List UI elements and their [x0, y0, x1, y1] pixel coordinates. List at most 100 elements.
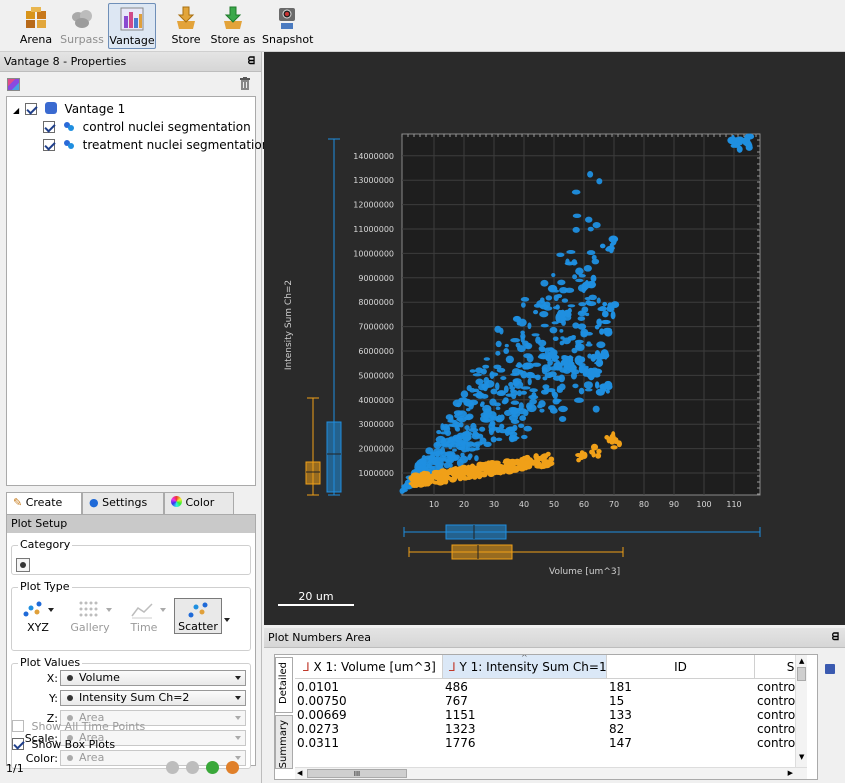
x-value-select[interactable]: Volume	[60, 670, 246, 686]
control-spot	[445, 414, 454, 421]
show-box-plots-checkbox[interactable]	[12, 738, 24, 750]
scroll-thumb-horizontal[interactable]: III	[307, 769, 407, 778]
control-spot	[580, 310, 585, 314]
3d-viewer[interactable]: 1000000 2000000 3000000 4000000 5000000 60000…	[264, 52, 845, 625]
tree-item-treatment[interactable]: treatment nuclei segmentation	[43, 136, 269, 154]
store-as-button[interactable]: Store as	[210, 3, 256, 49]
next-icon[interactable]	[186, 761, 199, 774]
plot-type-time[interactable]: Time	[120, 598, 168, 634]
control-spot	[465, 413, 474, 420]
control-spot	[510, 436, 520, 440]
control-spot	[510, 419, 520, 424]
control-spot	[495, 350, 501, 356]
vertical-scrollbar[interactable]: ▲ ▼	[795, 655, 807, 767]
tree-item-control[interactable]: control nuclei segmentation	[43, 118, 251, 136]
treatment-spot	[411, 474, 421, 481]
control-spot	[520, 333, 526, 340]
control-spot	[500, 376, 507, 381]
control-spot	[603, 327, 613, 333]
show-all-time-points-option[interactable]: Show All Time Points	[12, 720, 145, 733]
control-spot	[539, 346, 546, 353]
control-spot	[525, 344, 531, 349]
xyz-dropdown-icon[interactable]	[48, 608, 54, 612]
control-spot	[559, 340, 565, 346]
column-header-id[interactable]: ID	[607, 655, 755, 679]
vantage-button[interactable]: Vantage	[108, 3, 156, 49]
chevron-down-icon	[235, 696, 241, 700]
tab-color[interactable]: Color	[164, 492, 234, 514]
control-spot	[504, 343, 509, 348]
vantage-checkbox[interactable]	[24, 103, 37, 115]
show-all-time-points-checkbox[interactable]	[12, 720, 24, 732]
plot-type-gallery[interactable]: Gallery	[66, 598, 114, 634]
control-spot	[583, 264, 592, 272]
previous-icon[interactable]	[166, 761, 179, 774]
scroll-right-icon[interactable]: ▶	[788, 769, 793, 777]
trash-icon[interactable]	[240, 77, 250, 90]
go-icon[interactable]	[206, 761, 219, 774]
table-cell: 1776	[445, 737, 476, 749]
control-spot	[596, 297, 601, 304]
control-spot	[545, 295, 553, 301]
snapshot-button[interactable]: Snapshot	[262, 3, 313, 49]
column-header-y[interactable]: ⅃ Y 1: Intensity Sum Ch=1 ^	[443, 655, 607, 679]
time-dropdown-icon[interactable]	[160, 608, 166, 612]
control-spot	[458, 397, 468, 403]
tree-item-vantage[interactable]: ◢ Vantage 1	[13, 100, 125, 118]
scale-bar-label: 20 um	[298, 590, 334, 603]
table-cell: 486	[445, 681, 468, 693]
control-y-boxplot-box	[326, 421, 342, 493]
scatter-dropdown-icon[interactable]	[224, 618, 230, 622]
x-tick-label: 40	[519, 500, 529, 509]
tab-create[interactable]: ✎ Create	[6, 492, 82, 515]
show-box-plots-option[interactable]: Show Box Plots	[12, 738, 115, 751]
control-spot	[529, 388, 538, 393]
control-spot	[462, 430, 473, 437]
scroll-thumb[interactable]	[797, 667, 806, 681]
scroll-up-icon[interactable]: ▲	[799, 657, 804, 665]
pin-icon[interactable]: ᗺ	[248, 52, 255, 72]
treatment-checkbox[interactable]	[43, 139, 55, 151]
arena-button[interactable]: Arena	[16, 3, 56, 49]
tab-summary[interactable]: Summary	[275, 715, 293, 769]
surpass-button[interactable]: Surpass	[60, 3, 104, 49]
pin-icon[interactable]: ᗺ	[832, 628, 839, 648]
column-header-x[interactable]: ⅃ X 1: Volume [um^3]	[295, 655, 443, 679]
treatment-spot	[590, 443, 599, 451]
tab-settings[interactable]: ● Settings	[82, 492, 164, 514]
control-spot	[483, 441, 492, 447]
store-button[interactable]: Store	[168, 3, 204, 49]
control-spot	[564, 287, 575, 293]
tab-detailed[interactable]: Detailed	[275, 657, 293, 713]
control-spot	[560, 336, 565, 340]
control-spot	[464, 425, 470, 431]
color-palette-icon[interactable]	[7, 78, 20, 91]
properties-panel: Vantage 8 - Properties ᗺ ◢ Vantage 1 con…	[0, 52, 269, 783]
collapse-arrow-icon[interactable]: ◢	[13, 102, 21, 120]
control-spot	[460, 452, 465, 458]
treatment-spot	[520, 463, 528, 468]
control-spot	[550, 348, 556, 357]
table-cell: 0.0311	[297, 737, 339, 749]
control-spot	[483, 376, 490, 385]
control-spot	[440, 446, 446, 454]
scroll-left-icon[interactable]: ◀	[297, 769, 302, 777]
horizontal-scrollbar[interactable]: ◀ III ▶	[295, 767, 807, 779]
xyz-plot-icon	[22, 600, 44, 623]
y-value-select[interactable]: Intensity Sum Ch=2	[60, 690, 246, 706]
treatment-spot	[479, 461, 487, 468]
control-spot	[587, 171, 594, 178]
gallery-dropdown-icon[interactable]	[106, 608, 112, 612]
plot-type-xyz[interactable]: XYZ	[14, 598, 62, 634]
plot-type-scatter[interactable]: Scatter	[174, 598, 222, 634]
category-selector[interactable]	[16, 558, 30, 572]
stop-icon[interactable]	[226, 761, 239, 774]
y-tick-label: 12000000	[353, 201, 394, 210]
plot-numbers-title-bar: Plot Numbers Area ᗺ	[264, 628, 845, 648]
color-wheel-icon	[171, 496, 182, 507]
save-icon[interactable]	[825, 664, 835, 674]
x-tick-label: 90	[669, 500, 679, 509]
control-spot	[472, 388, 480, 393]
control-checkbox[interactable]	[43, 121, 55, 133]
scroll-down-icon[interactable]: ▼	[799, 753, 804, 761]
